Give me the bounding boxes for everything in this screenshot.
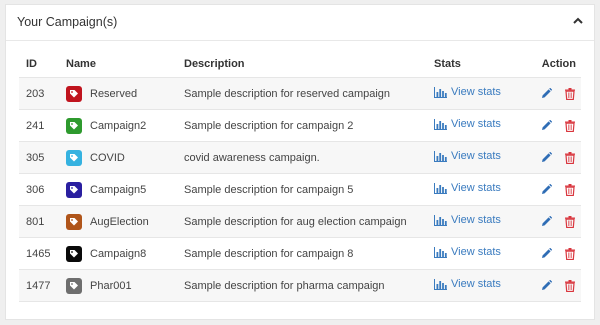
campaign-id: 1477 <box>19 269 59 302</box>
view-stats-link[interactable]: View stats <box>434 214 501 226</box>
table-header-row: ID Name Description Stats Action <box>19 50 581 78</box>
trash-icon[interactable] <box>565 215 575 228</box>
table-row: 241 Campaign2 Sample description for cam… <box>19 109 581 142</box>
chevron-up-icon[interactable] <box>570 13 586 29</box>
trash-icon[interactable] <box>565 119 575 132</box>
trash-icon[interactable] <box>565 183 575 196</box>
campaign-description: Sample description for aug election camp… <box>177 205 427 238</box>
tag-icon <box>66 149 82 166</box>
campaign-description: Sample description for pharma campaign <box>177 269 427 302</box>
campaign-description: Sample description for reserved campaign <box>177 77 427 110</box>
view-stats-link[interactable]: View stats <box>434 278 501 290</box>
campaign-name-cell: Campaign5 <box>66 181 177 198</box>
pencil-icon[interactable] <box>541 280 552 291</box>
campaign-id: 305 <box>19 141 59 174</box>
table-row: 203 Reserved Sample description for rese… <box>19 77 581 110</box>
view-stats-label: View stats <box>451 118 501 131</box>
column-header-description: Description <box>184 57 245 70</box>
table-row: 306 Campaign5 Sample description for cam… <box>19 173 581 206</box>
action-cell <box>527 109 581 142</box>
campaign-id: 1465 <box>19 237 59 270</box>
view-stats-link[interactable]: View stats <box>434 246 501 258</box>
view-stats-link[interactable]: View stats <box>434 86 501 98</box>
campaign-name: Campaign2 <box>90 119 147 132</box>
bar-chart-icon <box>434 86 447 98</box>
pencil-icon[interactable] <box>541 152 552 163</box>
campaign-name: Reserved <box>90 87 138 100</box>
campaign-name: Campaign8 <box>90 247 147 260</box>
campaign-description: Sample description for campaign 2 <box>177 109 427 142</box>
campaign-description: Sample description for campaign 5 <box>177 173 427 206</box>
action-cell <box>527 269 581 302</box>
tag-icon <box>66 181 82 198</box>
action-cell <box>527 205 581 238</box>
bar-chart-icon <box>434 150 447 162</box>
view-stats-link[interactable]: View stats <box>434 150 501 162</box>
bar-chart-icon <box>434 246 447 258</box>
action-cell <box>527 77 581 110</box>
trash-icon[interactable] <box>565 87 575 100</box>
pencil-icon[interactable] <box>541 120 552 131</box>
campaign-name: COVID <box>90 151 125 164</box>
campaign-name-cell: Phar001 <box>66 277 177 294</box>
trash-icon[interactable] <box>565 279 575 292</box>
view-stats-label: View stats <box>451 86 501 99</box>
campaign-name: Phar001 <box>90 279 132 292</box>
action-cell <box>527 173 581 206</box>
table-row: 1477 Phar001 Sample description for phar… <box>19 269 581 302</box>
campaign-name-cell: Reserved <box>66 85 177 102</box>
campaigns-panel: Your Campaign(s) ID Name Description Sta… <box>5 4 595 320</box>
pencil-icon[interactable] <box>541 248 552 259</box>
campaign-id: 241 <box>19 109 59 142</box>
view-stats-link[interactable]: View stats <box>434 182 501 194</box>
panel-title: Your Campaign(s) <box>17 15 118 29</box>
bar-chart-icon <box>434 278 447 290</box>
tag-icon <box>66 245 82 262</box>
bar-chart-icon <box>434 118 447 130</box>
view-stats-label: View stats <box>451 278 501 291</box>
campaign-name-cell: Campaign8 <box>66 245 177 262</box>
campaign-name: AugElection <box>90 215 149 228</box>
campaigns-table: ID Name Description Stats Action 203 Res… <box>19 50 581 302</box>
view-stats-label: View stats <box>451 214 501 227</box>
column-header-action: Action <box>541 57 576 70</box>
campaign-id: 801 <box>19 205 59 238</box>
table-row: 305 COVID covid awareness campaign. View… <box>19 141 581 174</box>
tag-icon <box>66 85 82 102</box>
campaign-id: 203 <box>19 77 59 110</box>
campaign-name-cell: COVID <box>66 149 177 166</box>
pencil-icon[interactable] <box>541 88 552 99</box>
action-cell <box>527 237 581 270</box>
tag-icon <box>66 213 82 230</box>
view-stats-link[interactable]: View stats <box>434 118 501 130</box>
table-row: 1465 Campaign8 Sample description for ca… <box>19 237 581 270</box>
bar-chart-icon <box>434 214 447 226</box>
column-header-name: Name <box>66 57 96 70</box>
campaign-description: covid awareness campaign. <box>177 141 427 174</box>
campaign-name-cell: Campaign2 <box>66 117 177 134</box>
column-header-id: ID <box>26 57 37 70</box>
pencil-icon[interactable] <box>541 184 552 195</box>
campaign-name: Campaign5 <box>90 183 147 196</box>
view-stats-label: View stats <box>451 150 501 163</box>
action-cell <box>527 141 581 174</box>
panel-header: Your Campaign(s) <box>6 5 594 41</box>
campaign-id: 306 <box>19 173 59 206</box>
tag-icon <box>66 117 82 134</box>
column-header-stats: Stats <box>434 57 461 70</box>
tag-icon <box>66 277 82 294</box>
pencil-icon[interactable] <box>541 216 552 227</box>
trash-icon[interactable] <box>565 247 575 260</box>
trash-icon[interactable] <box>565 151 575 164</box>
view-stats-label: View stats <box>451 246 501 259</box>
campaign-name-cell: AugElection <box>66 213 177 230</box>
campaign-description: Sample description for campaign 8 <box>177 237 427 270</box>
view-stats-label: View stats <box>451 182 501 195</box>
table-row: 801 AugElection Sample description for a… <box>19 205 581 238</box>
bar-chart-icon <box>434 182 447 194</box>
